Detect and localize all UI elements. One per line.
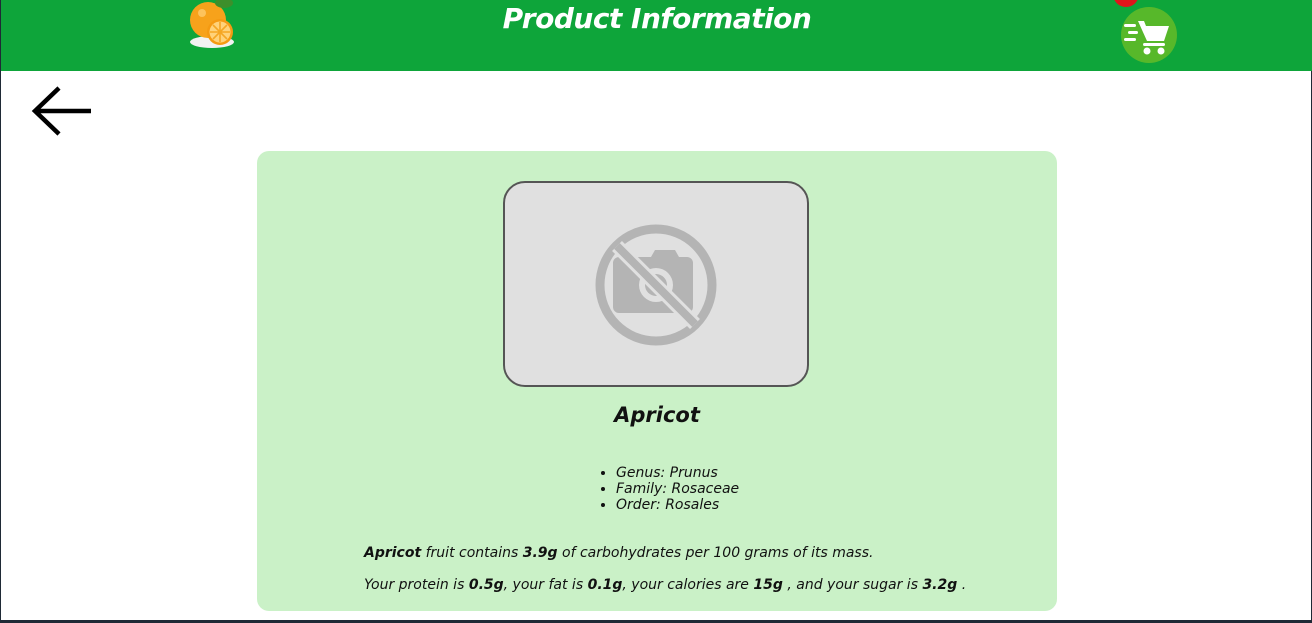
back-button[interactable] — [29, 82, 95, 140]
no-photo-icon — [595, 224, 717, 346]
shopping-cart-icon — [1124, 21, 1169, 55]
sentence-text: , and your sugar is — [782, 577, 923, 593]
product-card: Apricot Genus: Prunus Family: Rosaceae O… — [257, 151, 1057, 611]
taxonomy-family: Family: Rosaceae — [616, 481, 739, 497]
product-image — [503, 181, 809, 387]
fat-value: 0.1g — [587, 577, 623, 593]
sentence-text: Your protein is — [364, 577, 469, 593]
app-header: Product Information — [1, 0, 1312, 71]
sentence-text: of carbohydrates per 100 grams of its ma… — [557, 545, 874, 561]
page-title: Product Information — [502, 2, 812, 35]
shopping-cart-button[interactable] — [1121, 7, 1177, 63]
taxonomy-list: Genus: Prunus Family: Rosaceae Order: Ro… — [598, 465, 739, 513]
taxonomy-order: Order: Rosales — [616, 497, 739, 513]
sentence-text: fruit contains — [421, 545, 523, 561]
sentence-text: , your fat is — [503, 577, 588, 593]
taxonomy-genus: Genus: Prunus — [616, 465, 739, 481]
fruit-name-inline: Apricot — [364, 545, 422, 561]
sugar-value: 3.2g — [922, 577, 958, 593]
arrow-left-icon — [31, 86, 91, 136]
nutrition-sentence: Your protein is 0.5g, your fat is 0.1g, … — [364, 577, 1004, 593]
protein-value: 0.5g — [468, 577, 504, 593]
product-name: Apricot — [614, 403, 700, 427]
carbohydrates-value: 3.9g — [522, 545, 558, 561]
carbohydrates-sentence: Apricot fruit contains 3.9g of carbohydr… — [364, 545, 1004, 561]
sentence-text: . — [957, 577, 967, 593]
sentence-text: , your calories are — [622, 577, 754, 593]
calories-value: 15g — [753, 577, 783, 593]
page: Product Information Apricot • Genus: Pru… — [0, 0, 1312, 623]
